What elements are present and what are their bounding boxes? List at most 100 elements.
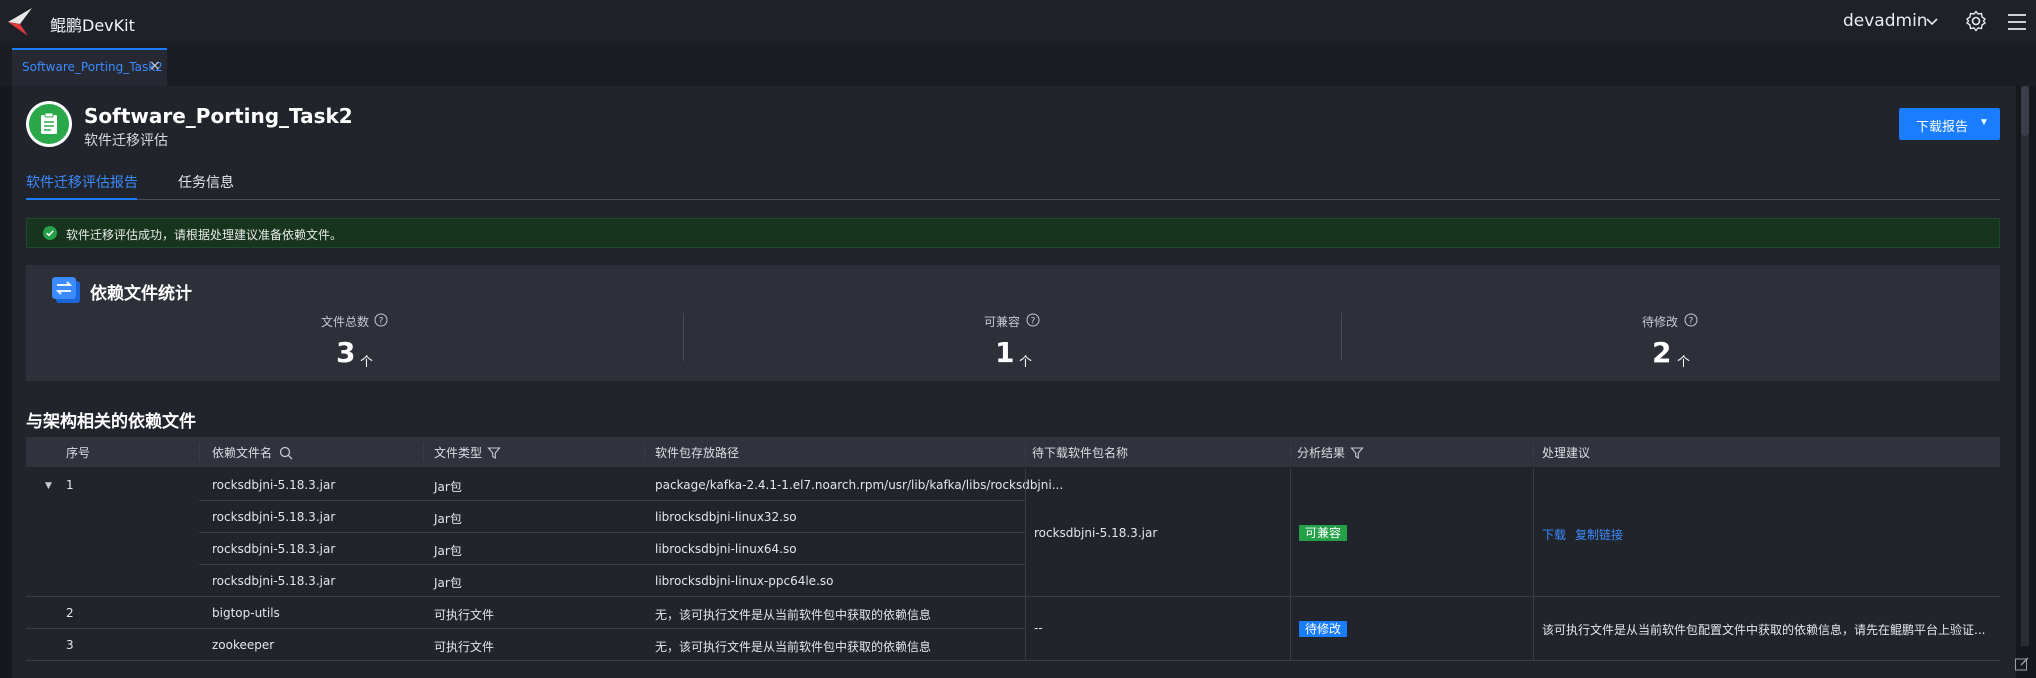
- chevron-down-icon[interactable]: [1924, 13, 1940, 29]
- table-cell-path: librocksdbjni-linux32.so: [655, 510, 797, 524]
- status-badge: 可兼容: [1299, 525, 1348, 541]
- table-cell-package: --: [1034, 621, 1043, 635]
- table-cell-path: librocksdbjni-linux-ppc64le.so: [655, 574, 834, 588]
- search-icon[interactable]: [279, 446, 293, 460]
- help-icon[interactable]: ?: [1026, 313, 1040, 327]
- col-file-name: 依赖文件名: [212, 446, 273, 460]
- column-separator: [1290, 443, 1291, 461]
- row-divider: [26, 660, 2000, 661]
- row-divider: [199, 532, 1026, 533]
- user-menu[interactable]: devadmin: [1843, 11, 1928, 31]
- task-tab-strip: [0, 44, 2036, 86]
- task-tab-label[interactable]: Software_Porting_Task2: [22, 60, 163, 74]
- filter-icon[interactable]: [487, 446, 501, 460]
- page-subtitle: 软件迁移评估: [84, 133, 168, 149]
- transfer-icon: [52, 277, 80, 303]
- column-separator: [1533, 443, 1534, 461]
- svg-text:?: ?: [1689, 317, 1694, 327]
- table-cell-path: package/kafka-2.4.1-1.el7.noarch.rpm/usr…: [655, 478, 1064, 492]
- table-cell-path: 无，该可执行文件是从当前软件包中获取的依赖信息: [655, 640, 932, 654]
- stat-divider: [683, 313, 684, 361]
- column-separator: [1025, 443, 1026, 461]
- stat-compatible-value: 1: [995, 336, 1015, 369]
- table-cell-suggestion: 该可执行文件是从当前软件包配置文件中获取的依赖信息，请先在鲲鹏平台上验证...: [1542, 623, 1986, 637]
- row-divider: [199, 500, 1026, 501]
- tab-divider: [26, 199, 2000, 200]
- table-cell-file-name: zookeeper: [212, 638, 275, 652]
- stat-total-value: 3: [336, 336, 356, 369]
- gear-icon[interactable]: [1964, 9, 1988, 33]
- col-suggestion: 处理建议: [1542, 446, 1591, 460]
- cell-separator: [1533, 468, 1534, 596]
- download-report-label: 下载报告: [1916, 119, 1969, 134]
- table-cell-file-type: Jar包: [434, 480, 462, 494]
- app-name: 鲲鹏DevKit: [50, 16, 135, 35]
- check-circle-icon: [43, 226, 57, 240]
- scrollbar[interactable]: [2021, 86, 2029, 646]
- cell-separator: [1025, 597, 1026, 660]
- cell-separator: [1025, 468, 1026, 596]
- stat-compatible-unit: 个: [1019, 355, 1033, 370]
- table-cell-file-type: Jar包: [434, 544, 462, 558]
- close-icon[interactable]: ×: [149, 58, 161, 74]
- cell-separator: [1533, 597, 1534, 660]
- edit-icon[interactable]: [2014, 656, 2030, 672]
- clipboard-icon: [29, 104, 69, 144]
- status-badge: 待修改: [1299, 621, 1348, 637]
- help-icon[interactable]: ?: [374, 313, 388, 327]
- col-result: 分析结果: [1297, 446, 1346, 460]
- tab-report[interactable]: 软件迁移评估报告: [26, 172, 138, 192]
- column-separator: [644, 443, 645, 461]
- stat-compatible-label: 可兼容: [984, 315, 1021, 329]
- main-panel: [12, 86, 2016, 678]
- menu-icon[interactable]: [2006, 11, 2028, 33]
- tab-active-indicator: [26, 198, 137, 200]
- col-index: 序号: [66, 446, 91, 460]
- expand-icon[interactable]: ▼: [45, 481, 52, 491]
- table-cell-file-type: 可执行文件: [434, 640, 495, 654]
- download-report-button[interactable]: 下载报告 ▼: [1899, 108, 2000, 140]
- row-index: 1: [66, 478, 74, 492]
- svg-text:?: ?: [379, 317, 384, 327]
- copy-link[interactable]: 复制链接: [1575, 526, 1623, 543]
- table-cell-file-name: rocksdbjni-5.18.3.jar: [212, 478, 336, 492]
- table-cell-file-name: rocksdbjni-5.18.3.jar: [212, 574, 336, 588]
- table-cell-file-type: Jar包: [434, 576, 462, 590]
- table-cell-file-name: bigtop-utils: [212, 606, 280, 620]
- column-separator: [199, 443, 200, 461]
- stat-total-label: 文件总数: [321, 315, 370, 329]
- tab-task-info[interactable]: 任务信息: [178, 172, 234, 192]
- table-cell-file-type: Jar包: [434, 512, 462, 526]
- section-title: 与架构相关的依赖文件: [26, 412, 196, 432]
- table-cell-file-name: rocksdbjni-5.18.3.jar: [212, 510, 336, 524]
- top-bar: [0, 0, 2036, 45]
- table-cell-path: 无，该可执行文件是从当前软件包中获取的依赖信息: [655, 608, 932, 622]
- table-cell-package: rocksdbjni-5.18.3.jar: [1034, 526, 1158, 540]
- table-cell-file-type: 可执行文件: [434, 608, 495, 622]
- table-cell-path: librocksdbjni-linux64.so: [655, 542, 797, 556]
- col-file-type: 文件类型: [434, 446, 483, 460]
- col-package: 待下载软件包名称: [1032, 446, 1129, 460]
- col-path: 软件包存放路径: [655, 446, 740, 460]
- stat-modify-unit: 个: [1677, 355, 1691, 370]
- row-index: 3: [66, 638, 74, 652]
- page-title: Software_Porting_Task2: [84, 104, 353, 128]
- table-header: [26, 437, 2000, 467]
- caret-down-icon: ▼: [1979, 117, 1989, 128]
- row-index: 2: [66, 606, 74, 620]
- stat-modify-value: 2: [1652, 336, 1672, 369]
- row-divider: [26, 596, 2000, 597]
- row-divider: [26, 628, 1026, 629]
- scrollbar-thumb[interactable]: [2021, 86, 2029, 136]
- download-link[interactable]: 下载: [1542, 526, 1566, 543]
- stat-total-unit: 个: [360, 355, 374, 370]
- filter-icon[interactable]: [1350, 446, 1364, 460]
- help-icon[interactable]: ?: [1684, 313, 1698, 327]
- column-separator: [423, 443, 424, 461]
- stat-divider: [1341, 313, 1342, 361]
- cell-separator: [1290, 597, 1291, 660]
- stat-modify-label: 待修改: [1642, 315, 1679, 329]
- task-tab[interactable]: Software_Porting_Task2 ×: [12, 48, 167, 86]
- alert-text: 软件迁移评估成功，请根据处理建议准备依赖文件。: [66, 228, 343, 242]
- svg-text:?: ?: [1031, 317, 1036, 327]
